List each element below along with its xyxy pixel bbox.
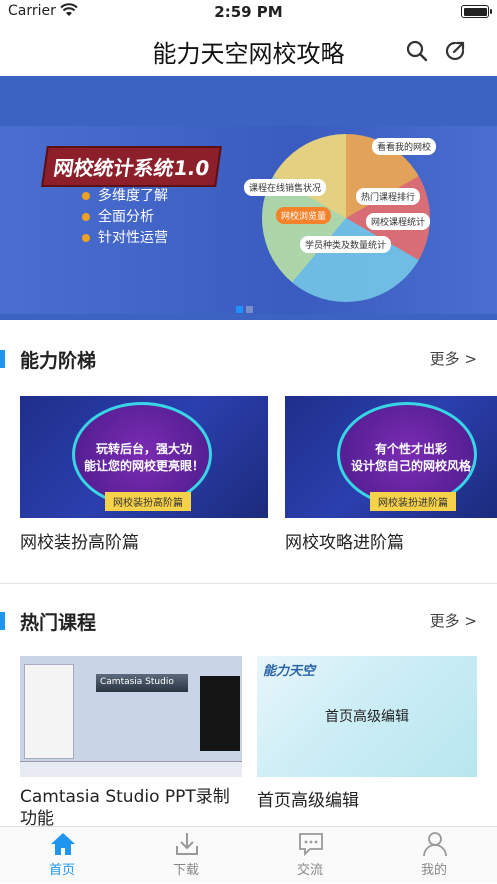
status-bar: Carrier 2:59 PM — [0, 0, 497, 24]
thumbnail-logo: Camtasia Studio — [96, 674, 188, 692]
course-thumbnail: 能力天空 首页高级编辑 — [257, 656, 477, 777]
course-thumbnail: 有个性才出彩 设计您自己的网校风格 网校装扮进阶篇 — [285, 396, 497, 518]
banner-tag: 看看我的网校 — [372, 138, 437, 155]
section-accent-bar — [0, 612, 5, 630]
user-icon — [423, 832, 447, 857]
page-dot[interactable] — [246, 306, 253, 313]
course-title: 网校攻略进阶篇 — [285, 533, 404, 553]
tab-bar: 首页 下载 交流 我的 — [0, 826, 497, 883]
tab-download[interactable]: 下载 — [124, 827, 248, 884]
course-title: Camtasia Studio PPT录制功能 — [20, 787, 230, 826]
section-divider — [0, 583, 497, 584]
banner-tag: 热门课程排行 — [356, 188, 421, 205]
course-thumbnail: Camtasia Studio — [20, 656, 242, 777]
thumbnail-preview — [200, 676, 240, 751]
banner-tag: 课程在线销售状况 — [244, 179, 327, 196]
search-icon[interactable] — [406, 40, 428, 62]
tab-me[interactable]: 我的 — [372, 827, 496, 884]
course-title: 首页高级编辑 — [257, 791, 359, 811]
more-link[interactable]: 更多 > — [430, 348, 477, 369]
clock: 2:59 PM — [214, 3, 283, 21]
more-link[interactable]: 更多 > — [430, 610, 477, 631]
course-card[interactable]: 有个性才出彩 设计您自己的网校风格 网校装扮进阶篇 网校攻略进阶篇 — [285, 396, 497, 556]
page-indicator[interactable] — [236, 298, 256, 317]
tab-label: 下载 — [172, 863, 199, 878]
thumbnail-caption: 首页高级编辑 — [325, 709, 409, 725]
course-card[interactable]: Camtasia Studio Camtasia Studio PPT录制功能 — [20, 656, 242, 826]
thumbnail-text: 玩转后台，强大功 能让您的网校更亮眼！ — [83, 442, 204, 473]
thumbnail-brand: 能力天空 — [263, 664, 316, 679]
section-accent-bar — [0, 350, 5, 368]
course-thumbnail: 玩转后台，强大功 能让您的网校更亮眼！ 网校装扮高阶篇 — [20, 396, 268, 518]
thumbnail-panel — [24, 664, 74, 759]
thumbnail-ribbon: 网校装扮进阶篇 — [370, 492, 456, 511]
tab-label: 交流 — [296, 863, 323, 878]
course-title: 网校装扮高阶篇 — [20, 533, 139, 553]
share-icon[interactable] — [444, 40, 466, 62]
tab-label: 我的 — [420, 863, 447, 878]
section-title: 热门课程 — [20, 612, 97, 634]
course-card[interactable]: 能力天空 首页高级编辑 首页高级编辑 — [257, 656, 477, 816]
banner-tag: 学员种类及数量统计 — [300, 236, 392, 253]
course-card[interactable]: 玩转后台，强大功 能让您的网校更亮眼！ 网校装扮高阶篇 网校装扮高阶篇 — [20, 396, 268, 556]
home-icon — [51, 833, 75, 855]
thumbnail-ribbon: 网校装扮高阶篇 — [105, 492, 191, 511]
section-header-ability: 能力阶梯 更多 > — [0, 344, 497, 374]
page-dot-active[interactable] — [236, 306, 243, 313]
tab-chat[interactable]: 交流 — [248, 827, 372, 884]
banner-carousel[interactable]: 网校统计系统1.0 多维度了解 全面分析 针对性运营 看看我的网校 课程在线销售… — [0, 76, 497, 320]
banner-bullet: 针对性运营 — [82, 228, 168, 249]
banner-tag: 网校课程统计 — [366, 213, 431, 230]
download-icon — [176, 833, 198, 855]
battery-icon — [461, 5, 492, 18]
navigation-bar: 能力天空网校攻略 — [0, 24, 497, 76]
banner-heading: 网校统计系统1.0 — [41, 146, 223, 187]
section-title: 能力阶梯 — [20, 350, 97, 372]
banner-tag: 网校浏览量 — [276, 207, 332, 224]
thumbnail-timeline — [20, 761, 242, 777]
banner-bullets: 多维度了解 全面分析 针对性运营 — [82, 186, 168, 249]
tab-home[interactable]: 首页 — [0, 827, 124, 884]
section-header-popular: 热门课程 更多 > — [0, 606, 497, 636]
banner-bullet: 全面分析 — [82, 207, 168, 228]
chat-icon — [299, 833, 323, 857]
thumbnail-text: 有个性才出彩 设计您自己的网校风格 — [350, 442, 471, 473]
banner-bullet: 多维度了解 — [82, 186, 168, 207]
tab-label: 首页 — [48, 863, 75, 878]
